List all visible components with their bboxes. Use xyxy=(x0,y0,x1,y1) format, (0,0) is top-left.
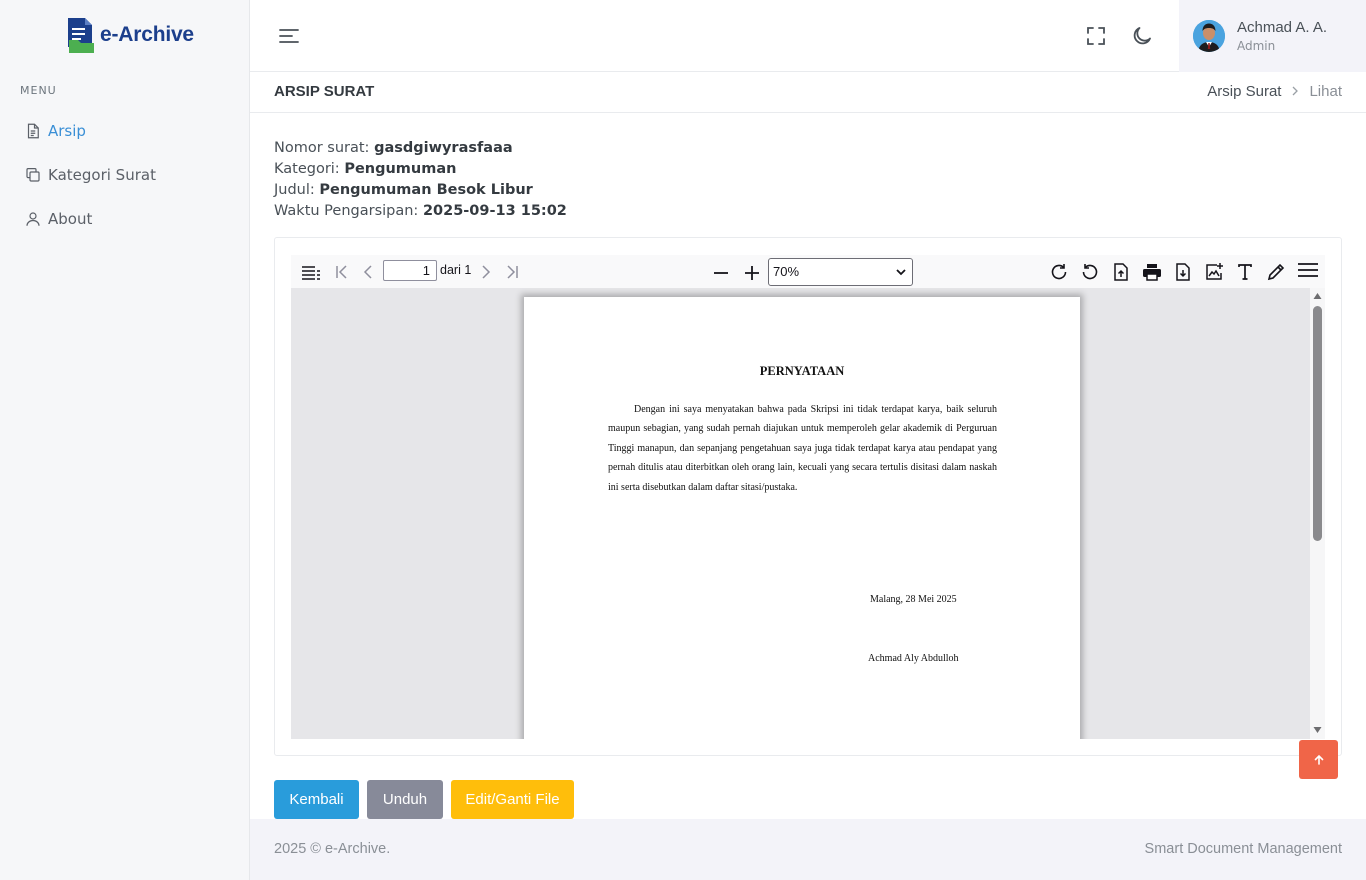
zoom-out-icon[interactable] xyxy=(711,262,731,282)
letter-details: Nomor surat: gasdgiwyrasfaaa Kategori: P… xyxy=(274,138,567,222)
page-number-input[interactable]: 1 xyxy=(383,260,437,281)
sidebar-item-arsip[interactable]: Arsip xyxy=(24,122,86,140)
page-title-bar: ARSIP SURAT Arsip Surat Lihat xyxy=(250,72,1366,113)
user-role: Admin xyxy=(1237,39,1276,53)
chevron-right-icon xyxy=(1291,84,1299,99)
pdf-viewer-card: 1 dari 1 70% PERNYATAAN Dengan ini saya … xyxy=(274,237,1342,756)
add-image-icon[interactable] xyxy=(1204,262,1224,282)
detail-label: Kategori: xyxy=(274,161,340,177)
arrow-up-icon xyxy=(1314,754,1323,765)
breadcrumb: Arsip Surat Lihat xyxy=(1207,83,1342,100)
footer: 2025 © e-Archive. Smart Document Managem… xyxy=(250,819,1366,880)
detail-value: 2025-09-13 15:02 xyxy=(422,203,567,219)
footer-tagline: Smart Document Management xyxy=(1144,841,1342,857)
scroll-down-arrow-icon[interactable] xyxy=(1313,726,1322,734)
zoom-in-icon[interactable] xyxy=(742,262,762,282)
sidebar-item-about[interactable]: About xyxy=(24,210,92,228)
breadcrumb-current: Lihat xyxy=(1309,83,1342,100)
more-menu-icon[interactable] xyxy=(1297,260,1318,280)
zoom-select[interactable]: 70% xyxy=(768,258,913,286)
detail-label: Waktu Pengarsipan: xyxy=(274,203,419,219)
sidebar-item-label: Arsip xyxy=(48,122,86,140)
detail-label: Judul: xyxy=(274,182,315,198)
back-to-top-button[interactable] xyxy=(1299,740,1338,779)
pdf-toolbar: 1 dari 1 70% xyxy=(291,255,1325,288)
fullscreen-icon[interactable] xyxy=(1084,24,1108,48)
first-page-icon[interactable] xyxy=(333,262,353,282)
print-icon[interactable] xyxy=(1142,262,1162,282)
page-title: ARSIP SURAT xyxy=(274,83,375,100)
detail-value: gasdgiwyrasfaaa xyxy=(374,140,513,156)
detail-nomor-surat: Nomor surat: gasdgiwyrasfaaa xyxy=(274,138,567,159)
rotate-counterclockwise-icon[interactable] xyxy=(1080,262,1100,282)
copy-icon xyxy=(26,168,40,182)
avatar xyxy=(1193,20,1225,52)
user-icon xyxy=(26,212,40,226)
document-body: Dengan ini saya menyatakan bahwa pada Sk… xyxy=(608,404,997,493)
scrollbar-thumb[interactable] xyxy=(1313,306,1322,541)
chevron-down-icon xyxy=(896,269,906,276)
scroll-up-arrow-icon[interactable] xyxy=(1313,292,1322,300)
topbar: Achmad A. A. Admin xyxy=(250,0,1366,72)
sidebar-toggle-icon[interactable] xyxy=(301,262,321,282)
user-profile-dropdown[interactable]: Achmad A. A. Admin xyxy=(1179,0,1366,72)
dark-mode-icon[interactable] xyxy=(1130,24,1154,48)
app-name: e-Archive xyxy=(100,23,194,46)
download-button[interactable]: Unduh xyxy=(367,780,443,819)
pdf-viewer: 1 dari 1 70% PERNYATAAN Dengan ini saya … xyxy=(291,255,1325,739)
detail-value: Pengumuman Besok Libur xyxy=(319,182,533,198)
detail-value: Pengumuman xyxy=(344,161,457,177)
sidebar-item-label: About xyxy=(48,210,93,228)
user-name: Achmad A. A. xyxy=(1237,19,1328,36)
download-icon[interactable] xyxy=(1173,262,1193,282)
pdf-canvas-area[interactable]: PERNYATAAN Dengan ini saya menyatakan ba… xyxy=(291,288,1310,739)
draw-pencil-icon[interactable] xyxy=(1266,262,1286,282)
previous-page-icon[interactable] xyxy=(358,262,378,282)
footer-copyright: 2025 © e-Archive. xyxy=(274,841,391,857)
sidebar-item-label: Kategori Surat xyxy=(48,166,156,184)
sidebar-item-kategori-surat[interactable]: Kategori Surat xyxy=(24,166,156,184)
edit-replace-file-button[interactable]: Edit/Ganti File xyxy=(451,780,574,819)
page-count-label: dari 1 xyxy=(440,263,472,277)
vertical-scrollbar[interactable] xyxy=(1310,288,1325,739)
document-signer: Achmad Aly Abdulloh xyxy=(868,653,959,664)
document-title: PERNYATAAN xyxy=(759,364,845,378)
hamburger-menu-icon[interactable] xyxy=(278,26,300,46)
breadcrumb-link-arsip-surat[interactable]: Arsip Surat xyxy=(1207,83,1281,100)
pdf-page: PERNYATAAN Dengan ini saya menyatakan ba… xyxy=(524,297,1080,739)
menu-title: MENU xyxy=(20,84,57,97)
back-button[interactable]: Kembali xyxy=(274,780,359,819)
logo-icon xyxy=(66,16,96,54)
sidebar: e-Archive MENU Arsip Kategori Surat Abou… xyxy=(0,0,250,880)
open-file-icon[interactable] xyxy=(1111,262,1131,282)
next-page-icon[interactable] xyxy=(476,262,496,282)
rotate-clockwise-icon[interactable] xyxy=(1049,262,1069,282)
detail-waktu-pengarsipan: Waktu Pengarsipan: 2025-09-13 15:02 xyxy=(274,201,567,222)
document-place-date: Malang, 28 Mei 2025 xyxy=(870,594,957,605)
detail-label: Nomor surat: xyxy=(274,140,370,156)
detail-judul: Judul: Pengumuman Besok Libur xyxy=(274,180,567,201)
app-logo[interactable]: e-Archive xyxy=(66,16,194,54)
zoom-value: 70% xyxy=(773,264,800,279)
document-icon xyxy=(27,123,39,139)
last-page-icon[interactable] xyxy=(501,262,521,282)
detail-kategori: Kategori: Pengumuman xyxy=(274,159,567,180)
text-tool-icon[interactable] xyxy=(1235,262,1255,282)
